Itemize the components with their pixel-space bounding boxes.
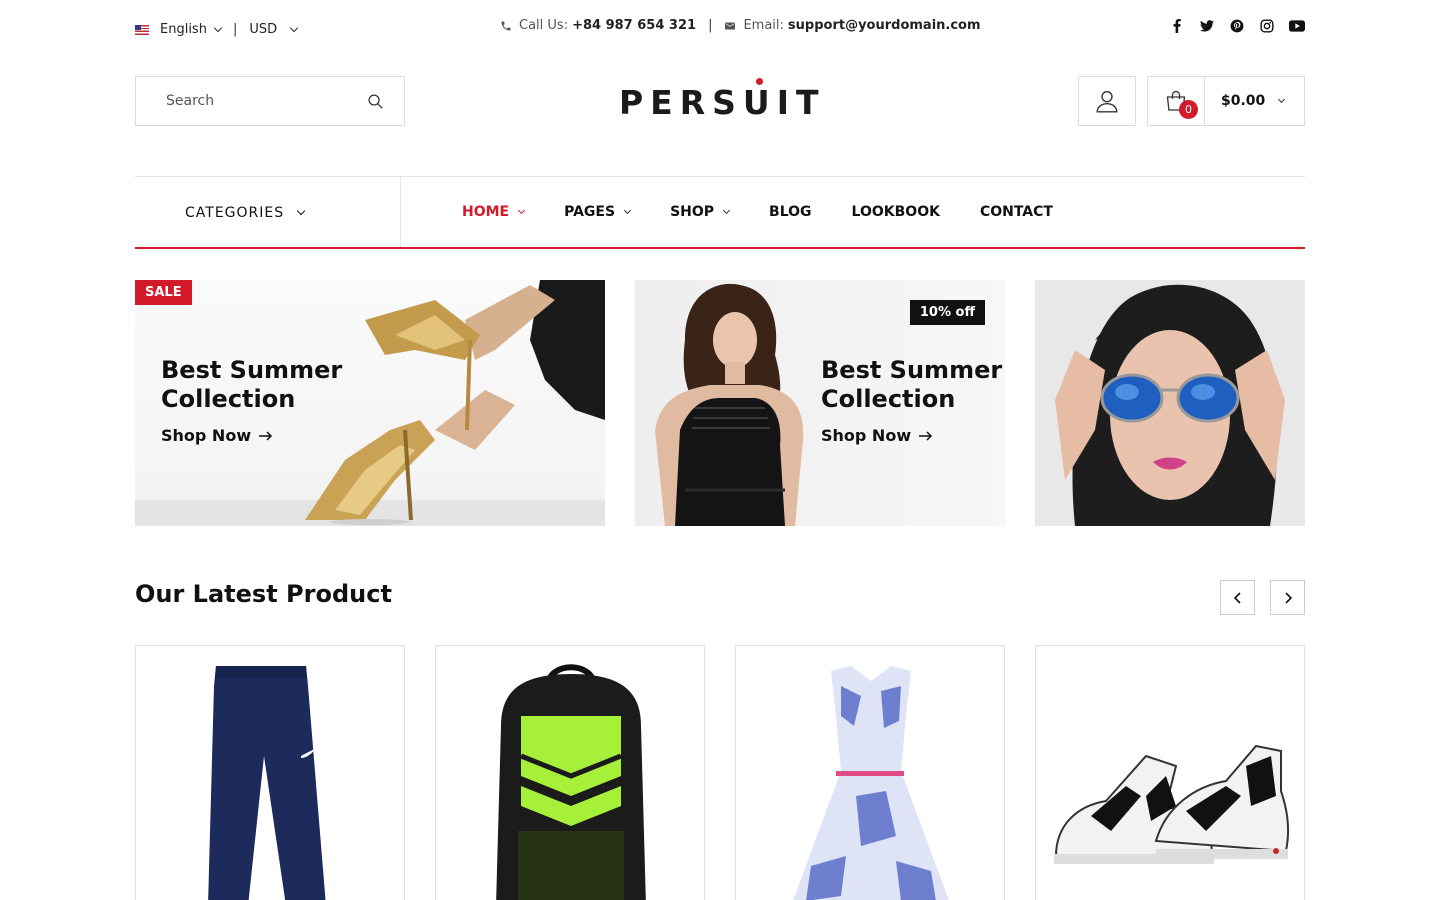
shop-now-label: Shop Now bbox=[161, 426, 252, 445]
banner-sunglasses[interactable] bbox=[1035, 280, 1305, 526]
divider: | bbox=[232, 22, 238, 37]
chevron-down-icon bbox=[296, 206, 306, 216]
product-card[interactable] bbox=[435, 645, 705, 900]
arrow-right-icon bbox=[259, 430, 273, 441]
section-title: Our Latest Product bbox=[135, 580, 392, 608]
search-box bbox=[135, 76, 405, 126]
us-flag-icon bbox=[135, 24, 149, 35]
email-link[interactable]: support@yourdomain.com bbox=[788, 18, 981, 33]
product-image-backpack bbox=[496, 664, 646, 900]
chevron-left-icon bbox=[1233, 591, 1241, 604]
nav-border-bottom bbox=[135, 247, 1305, 249]
shop-now-link[interactable]: Shop Now bbox=[821, 426, 933, 445]
banner-title-line: Best Summer bbox=[821, 356, 1003, 384]
currency-select[interactable]: USD bbox=[249, 22, 277, 37]
nav-item-label: BLOG bbox=[769, 204, 812, 220]
categories-label: CATEGORIES bbox=[185, 205, 285, 221]
banner-title: Best Summer Collection bbox=[821, 356, 1002, 414]
call-number[interactable]: +84 987 654 321 bbox=[572, 18, 696, 33]
nav-item-contact[interactable]: CONTACT bbox=[980, 204, 1053, 220]
cart-total[interactable]: $0.00 bbox=[1221, 93, 1286, 109]
chevron-down-icon bbox=[518, 206, 526, 214]
email-label: Email: bbox=[743, 18, 784, 33]
instagram-icon[interactable] bbox=[1259, 18, 1275, 34]
carousel-prev-button[interactable] bbox=[1220, 580, 1255, 615]
nav-item-blog[interactable]: BLOG bbox=[769, 204, 812, 220]
contact-info: Call Us: +84 987 654 321 | Email: suppor… bbox=[500, 18, 981, 33]
banner-title-line: Best Summer bbox=[161, 356, 343, 384]
call-label: Call Us: bbox=[519, 18, 569, 33]
banner-title: Best Summer Collection bbox=[161, 356, 342, 414]
search-input[interactable] bbox=[166, 93, 346, 109]
discount-tag: 10% off bbox=[909, 300, 985, 325]
account-button[interactable] bbox=[1078, 76, 1136, 126]
banner-title-line: Collection bbox=[161, 385, 296, 413]
chevron-down-icon bbox=[624, 206, 632, 214]
banner-dress[interactable]: 10% off Best Summer Collection Shop Now bbox=[635, 280, 1005, 526]
search-icon[interactable] bbox=[367, 93, 384, 110]
nav-item-label: HOME bbox=[462, 204, 510, 220]
chevron-down-icon[interactable] bbox=[289, 23, 299, 32]
cart-count-badge: 0 bbox=[1179, 100, 1198, 119]
chevron-down-icon bbox=[1278, 95, 1286, 103]
mail-icon bbox=[725, 22, 736, 29]
nav-item-lookbook[interactable]: LOOKBOOK bbox=[852, 204, 940, 220]
product-image-pants bbox=[208, 666, 326, 900]
chevron-right-icon bbox=[1284, 591, 1292, 604]
product-image-dress bbox=[793, 666, 949, 900]
language-select[interactable]: English bbox=[160, 22, 207, 37]
shop-now-label: Shop Now bbox=[821, 426, 912, 445]
youtube-icon[interactable] bbox=[1289, 18, 1305, 34]
main-menu: HOME PAGES SHOP BLOG LOOKBOOK CONTACT bbox=[462, 204, 1093, 220]
nav-item-home[interactable]: HOME bbox=[462, 204, 526, 220]
pinterest-icon[interactable] bbox=[1229, 18, 1245, 34]
product-card[interactable] bbox=[735, 645, 1005, 900]
product-card[interactable] bbox=[1035, 645, 1305, 900]
product-card[interactable] bbox=[135, 645, 405, 900]
cart-total-value: $0.00 bbox=[1221, 93, 1266, 109]
divider: | bbox=[708, 18, 713, 33]
user-icon bbox=[1096, 90, 1118, 113]
cart-button[interactable]: 0 bbox=[1148, 77, 1205, 125]
nav-border-top bbox=[135, 176, 1305, 177]
facebook-icon[interactable] bbox=[1169, 18, 1185, 34]
nav-item-label: SHOP bbox=[670, 204, 715, 220]
sale-tag: SALE bbox=[135, 280, 192, 305]
banner-title-line: Collection bbox=[821, 385, 956, 413]
carousel-next-button[interactable] bbox=[1270, 580, 1305, 615]
nav-item-label: CONTACT bbox=[979, 204, 1053, 220]
phone-icon bbox=[501, 21, 511, 30]
twitter-icon[interactable] bbox=[1199, 18, 1215, 34]
nav-item-shop[interactable]: SHOP bbox=[670, 204, 731, 220]
product-image-sneakers bbox=[1054, 744, 1290, 864]
mini-cart[interactable]: 0 $0.00 bbox=[1147, 76, 1305, 126]
banner-sunglasses-image bbox=[1055, 284, 1285, 526]
chevron-down-icon[interactable] bbox=[213, 23, 223, 32]
shop-now-link[interactable]: Shop Now bbox=[161, 426, 273, 445]
site-logo[interactable]: PERSUIT bbox=[619, 83, 826, 122]
categories-dropdown[interactable]: CATEGORIES bbox=[185, 205, 306, 221]
chevron-down-icon bbox=[723, 206, 731, 214]
nav-item-pages[interactable]: PAGES bbox=[564, 204, 632, 220]
nav-divider bbox=[400, 177, 401, 247]
language-currency-switcher: English | USD bbox=[135, 22, 299, 37]
arrow-right-icon bbox=[919, 430, 933, 441]
social-links bbox=[1169, 18, 1305, 34]
nav-item-label: PAGES bbox=[564, 204, 616, 220]
nav-item-label: LOOKBOOK bbox=[851, 204, 940, 220]
banner-shoes[interactable]: SALE Best Summer Collection Shop Now bbox=[135, 280, 605, 526]
logo-dot bbox=[756, 78, 763, 85]
